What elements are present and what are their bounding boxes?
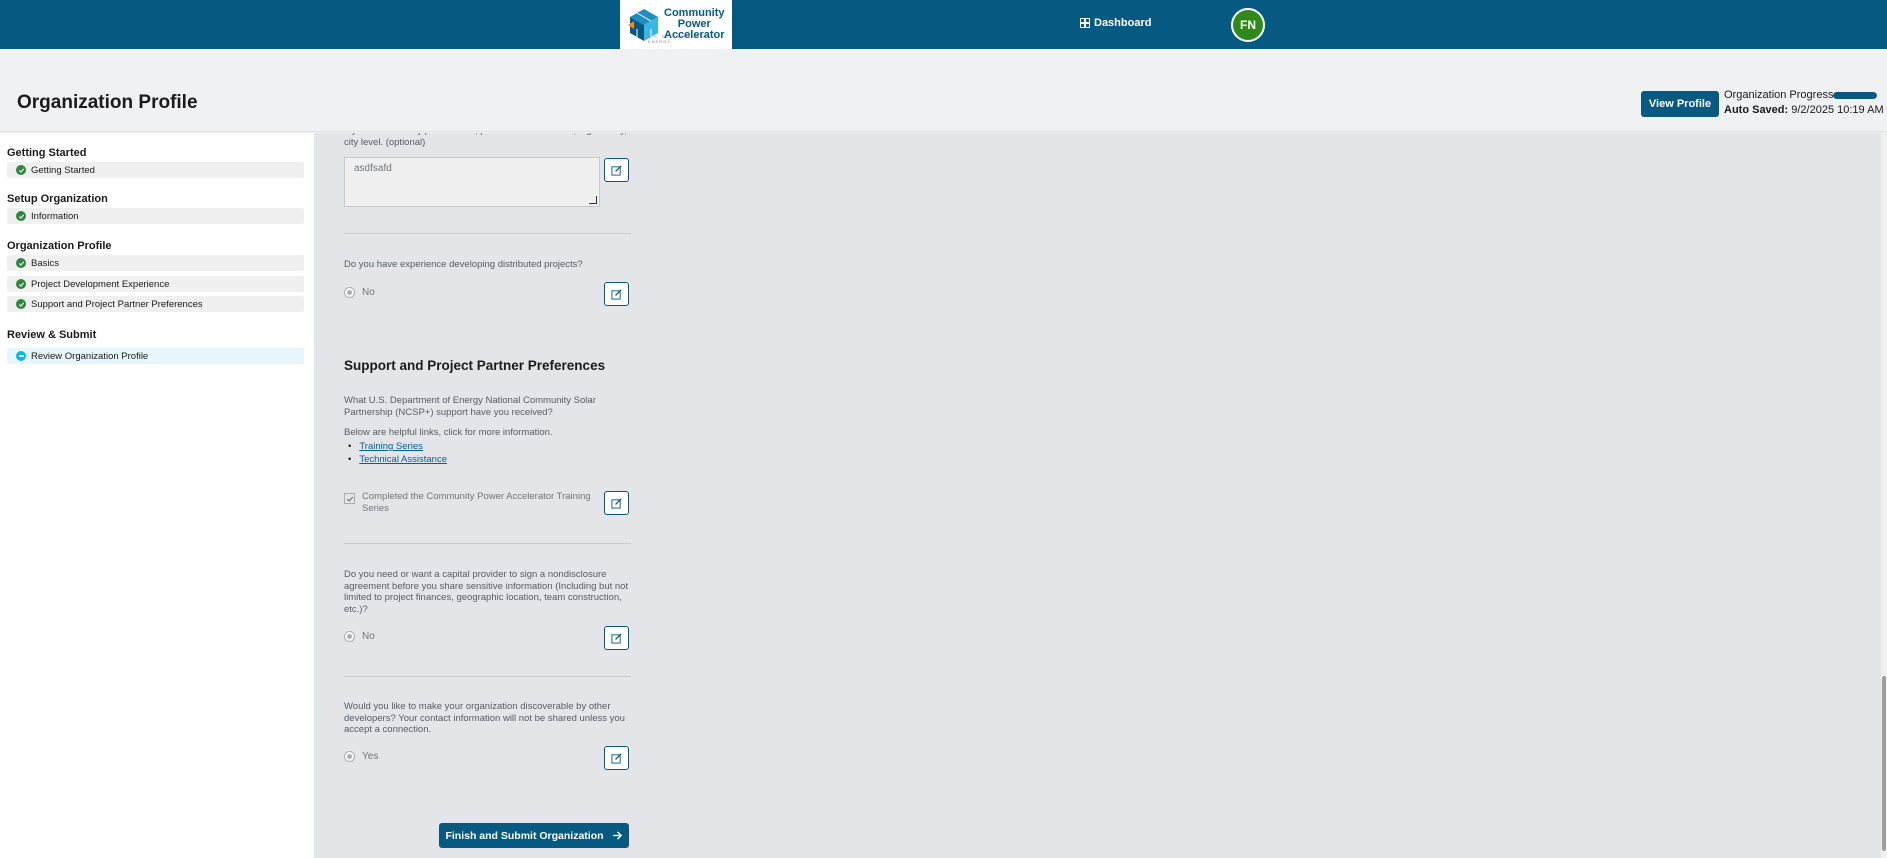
sidebar-item-label: Getting Started: [31, 164, 95, 176]
sidebar-item-label: Information: [31, 210, 79, 222]
sidebar-item-label: Support and Project Partner Preferences: [31, 298, 203, 310]
top-navigation-bar: Community Power Accelerator U.S. DEPARTM…: [0, 0, 1887, 49]
helpful-links-intro: Below are helpful links, click for more …: [344, 427, 553, 438]
completed-training-label: Completed the Community Power Accelerato…: [362, 491, 591, 514]
check-circle-icon: [16, 299, 26, 309]
locality-question: If you have locality preferences, please…: [344, 133, 627, 148]
sidebar-item-basics[interactable]: Basics: [7, 255, 304, 271]
sidebar-item-review-organization-profile[interactable]: Review Organization Profile: [7, 348, 304, 364]
discoverable-question: Would you like to make your organization…: [344, 701, 625, 735]
step-navigation-sidebar: Getting Started Getting Started Setup Or…: [0, 133, 314, 858]
edit-icon: [611, 632, 622, 644]
community-power-accelerator-logo[interactable]: Community Power Accelerator U.S. DEPARTM…: [620, 0, 732, 49]
check-circle-icon: [16, 211, 26, 221]
edit-nda-button[interactable]: [604, 626, 629, 650]
discoverable-answer[interactable]: Yes: [344, 751, 378, 762]
list-item: Technical Assistance: [348, 453, 447, 466]
check-circle-icon: [16, 279, 26, 289]
finish-submit-organization-button[interactable]: Finish and Submit Organization: [439, 823, 629, 848]
edit-locality-button[interactable]: [604, 158, 629, 182]
page-title: Organization Profile: [17, 92, 198, 113]
sidebar-item-label: Basics: [31, 257, 59, 269]
radio-selected-icon: [344, 751, 355, 762]
edit-ncsp-support-button[interactable]: [604, 491, 629, 515]
sidebar-section-review-submit: Review & Submit: [7, 329, 97, 341]
edit-icon: [611, 288, 622, 300]
distributed-projects-answer[interactable]: No: [344, 287, 375, 298]
sidebar-item-information[interactable]: Information: [7, 208, 304, 224]
edit-distributed-button[interactable]: [604, 282, 629, 306]
organization-progress-bar: [1833, 92, 1877, 99]
dashboard-link[interactable]: Dashboard: [1080, 17, 1151, 29]
page-scrollbar[interactable]: [1881, 133, 1887, 858]
nda-answer-label: No: [362, 631, 375, 642]
sidebar-section-getting-started: Getting Started: [7, 147, 87, 159]
scrollbar-thumb[interactable]: [1882, 676, 1886, 851]
discoverable-answer-label: Yes: [362, 751, 379, 762]
sidebar-item-project-development-experience[interactable]: Project Development Experience: [7, 276, 304, 292]
sidebar-section-setup-organization: Setup Organization: [7, 193, 108, 205]
logo-subtitle: U.S. DEPARTMENT OF ENERGY: [648, 34, 709, 44]
distributed-answer-label: No: [362, 287, 375, 298]
nda-answer[interactable]: No: [344, 631, 375, 642]
edit-icon: [611, 497, 622, 509]
radio-selected-icon: [344, 631, 355, 642]
page-header: Organization Profile View Profile Organi…: [0, 49, 1887, 132]
edit-discoverable-button[interactable]: [604, 746, 629, 770]
resize-handle-icon[interactable]: [589, 196, 597, 204]
sidebar-item-support-partner-preferences[interactable]: Support and Project Partner Preferences: [7, 296, 304, 312]
organization-progress-fill: [1833, 92, 1877, 99]
training-series-link[interactable]: Training Series: [359, 441, 423, 452]
check-circle-icon: [16, 258, 26, 268]
sidebar-item-label: Review Organization Profile: [31, 350, 149, 362]
review-content-area: If you have locality preferences, please…: [314, 133, 1881, 858]
dashboard-icon: [1080, 18, 1090, 28]
sidebar-item-label: Project Development Experience: [31, 278, 170, 290]
divider: [344, 543, 631, 544]
auto-saved-status: Auto Saved: 9/2/2025 10:19 AM: [1724, 104, 1884, 116]
locality-preferences-textarea[interactable]: asdfsafd: [344, 157, 600, 207]
divider: [344, 676, 631, 677]
organization-progress-label: Organization Progress: [1724, 89, 1834, 101]
auto-saved-label: Auto Saved:: [1724, 104, 1789, 116]
list-item: Training Series: [348, 440, 447, 453]
current-step-icon: [16, 351, 26, 361]
completed-training-checkbox-row[interactable]: Completed the Community Power Accelerato…: [344, 491, 594, 515]
checkbox-checked-icon: [344, 493, 355, 504]
nda-question: Do you need or want a capital provider t…: [344, 569, 629, 615]
radio-selected-icon: [344, 287, 355, 298]
edit-icon: [611, 752, 622, 764]
technical-assistance-link[interactable]: Technical Assistance: [359, 454, 447, 465]
dashboard-label: Dashboard: [1094, 17, 1152, 29]
locality-value: asdfsafd: [354, 163, 392, 174]
arrow-right-icon: [612, 831, 622, 840]
edit-icon: [611, 164, 622, 176]
helpful-links-list: Training Series Technical Assistance: [344, 440, 447, 466]
divider: [344, 233, 631, 234]
check-circle-icon: [16, 165, 26, 175]
support-section-heading: Support and Project Partner Preferences: [344, 358, 606, 373]
sidebar-item-getting-started[interactable]: Getting Started: [7, 162, 304, 178]
sidebar-section-organization-profile: Organization Profile: [7, 240, 112, 252]
submit-label: Finish and Submit Organization: [445, 829, 604, 842]
ncsp-support-question: What U.S. Department of Energy National …: [344, 395, 596, 418]
auto-saved-timestamp: 9/2/2025 10:19 AM: [1791, 104, 1884, 116]
user-avatar[interactable]: FN: [1231, 8, 1265, 42]
distributed-projects-question: Do you have experience developing distri…: [344, 259, 583, 270]
view-profile-button[interactable]: View Profile: [1641, 91, 1719, 117]
